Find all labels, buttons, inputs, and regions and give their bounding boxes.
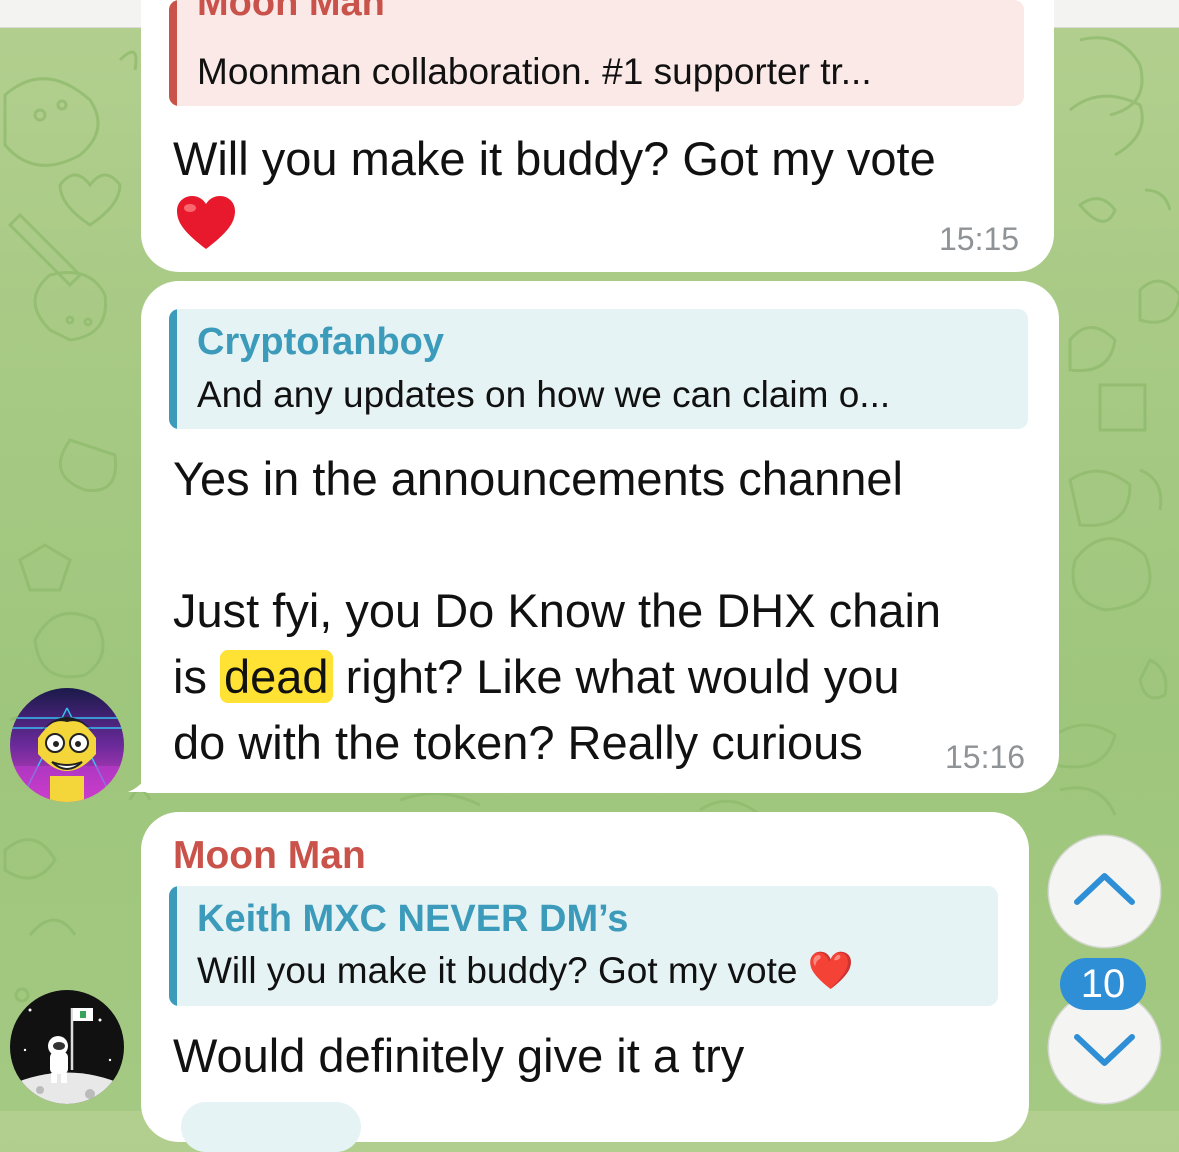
avatar-image bbox=[10, 688, 124, 802]
message-sender[interactable]: Moon Man bbox=[173, 834, 366, 878]
message-text: Would definitely give it a try bbox=[173, 1029, 745, 1082]
unread-count-badge: 10 bbox=[1060, 958, 1146, 1010]
reply-text: And any updates on how we can claim o... bbox=[197, 374, 891, 415]
heart-emoji bbox=[175, 195, 237, 251]
reply-sender: Moon Man bbox=[197, 0, 385, 24]
reply-bar bbox=[169, 309, 177, 429]
message-text: Will you make it buddy? Got my vote bbox=[173, 132, 936, 185]
message-bubble[interactable]: Cryptofanboy And any updates on how we c… bbox=[141, 281, 1059, 793]
heart-icon bbox=[177, 196, 235, 249]
reply-bar bbox=[169, 0, 177, 106]
message-text: do with the token? Really curious bbox=[173, 716, 863, 769]
avatar-image bbox=[10, 990, 124, 1104]
message-time: 15:16 bbox=[945, 739, 1026, 775]
message-bubble[interactable]: Moon Man Moonman collaboration. #1 suppo… bbox=[141, 0, 1054, 272]
reply-preview[interactable]: Cryptofanboy And any updates on how we c… bbox=[169, 309, 1028, 429]
chevron-up-icon bbox=[1074, 873, 1135, 905]
reply-bar bbox=[169, 886, 177, 1006]
search-highlight: dead bbox=[220, 650, 333, 703]
reply-text: Will you make it buddy? Got my vote ❤️ bbox=[197, 950, 854, 991]
scroll-up-button[interactable] bbox=[1049, 836, 1160, 947]
reply-preview[interactable]: Moon Man Moonman collaboration. #1 suppo… bbox=[169, 0, 1024, 106]
reply-text: Moonman collaboration. #1 supporter tr..… bbox=[197, 51, 872, 92]
reply-preview[interactable]: Keith MXC NEVER DM’s Will you make it bu… bbox=[169, 886, 998, 1006]
message-bubble[interactable]: Moon Man Keith MXC NEVER DM’s Will you m… bbox=[141, 812, 1029, 1152]
reply-sender: Cryptofanboy bbox=[197, 321, 444, 363]
message-text: Just fyi, you Do Know the DHX chain bbox=[173, 584, 942, 637]
avatar[interactable] bbox=[10, 688, 124, 802]
reply-sender: Keith MXC NEVER DM’s bbox=[197, 898, 629, 940]
message-text-part: is bbox=[173, 650, 207, 703]
message-text-part: right? Like what would you bbox=[345, 650, 900, 703]
message-text: is dead right? Like what would you bbox=[173, 644, 900, 710]
message-time: 15:15 bbox=[939, 221, 1020, 257]
reaction-preview[interactable] bbox=[181, 1102, 361, 1152]
avatar[interactable] bbox=[10, 990, 124, 1104]
message-text: Yes in the announcements channel bbox=[173, 452, 903, 505]
